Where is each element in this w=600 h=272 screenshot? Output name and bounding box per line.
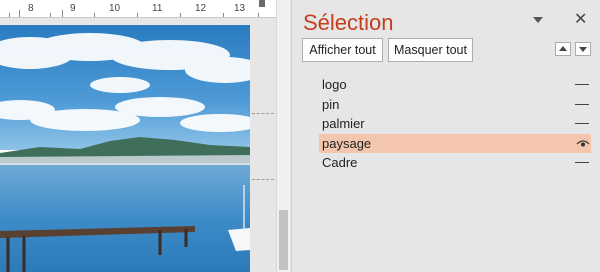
eye-icon[interactable] xyxy=(576,139,590,149)
layout-guide xyxy=(252,113,274,114)
scrollbar-thumb[interactable] xyxy=(279,210,288,270)
visibility-hidden-icon[interactable] xyxy=(575,123,589,124)
landscape-photo[interactable] xyxy=(0,25,250,272)
ruler-tick xyxy=(223,13,224,17)
ruler-tick xyxy=(94,13,95,17)
list-item-paysage[interactable]: paysage xyxy=(319,133,591,153)
layout-guide xyxy=(252,179,274,180)
ruler-indent-marker[interactable] xyxy=(259,0,265,7)
list-item-label: paysage xyxy=(322,135,372,151)
ruler-number: 9 xyxy=(70,3,76,14)
ruler-tick xyxy=(258,13,259,17)
list-item-label: Cadre xyxy=(322,155,358,170)
ruler-tick xyxy=(19,10,20,17)
list-item-label: pin xyxy=(322,96,340,112)
close-icon[interactable]: ✕ xyxy=(574,11,587,29)
ruler-tick xyxy=(9,13,10,17)
pane-title: Sélection xyxy=(303,10,394,35)
list-item-logo[interactable]: logo xyxy=(319,75,591,95)
move-up-button[interactable] xyxy=(555,42,571,56)
ruler-number: 10 xyxy=(109,3,121,14)
dropdown-arrow-icon[interactable] xyxy=(533,17,543,23)
ruler-number: 11 xyxy=(152,3,163,14)
visibility-hidden-icon[interactable] xyxy=(575,162,589,163)
slide-editor-area: 8 9 10 11 12 13 xyxy=(0,0,290,272)
ruler-number: 8 xyxy=(28,3,34,14)
ruler-tick xyxy=(180,13,181,17)
list-item-label: logo xyxy=(322,77,347,92)
list-item-cadre[interactable]: Cadre xyxy=(319,153,591,173)
move-down-button[interactable] xyxy=(575,42,591,56)
visibility-hidden-icon[interactable] xyxy=(575,84,589,85)
visibility-hidden-icon[interactable] xyxy=(575,103,589,105)
list-item-pin[interactable]: pin xyxy=(319,95,591,115)
horizontal-ruler[interactable]: 8 9 10 11 12 13 xyxy=(0,0,276,18)
sea xyxy=(0,165,250,272)
list-item-label: palmier xyxy=(322,116,365,131)
ruler-number: 13 xyxy=(234,3,246,14)
ruler-tick xyxy=(62,10,63,17)
slide-canvas[interactable] xyxy=(0,25,250,272)
list-item-palmier[interactable]: palmier xyxy=(319,114,591,134)
selection-list: logo pin palmier paysage Cadre xyxy=(319,75,591,173)
hide-all-button[interactable]: Masquer tout xyxy=(388,38,473,62)
ruler-tick xyxy=(50,13,51,17)
move-up-icon xyxy=(559,46,567,51)
vertical-scrollbar[interactable] xyxy=(276,0,290,272)
move-down-icon xyxy=(579,47,587,52)
selection-pane: Sélection ✕ Afficher tout Masquer tout l… xyxy=(291,0,600,272)
show-all-button[interactable]: Afficher tout xyxy=(302,38,383,62)
ruler-number: 12 xyxy=(195,3,207,14)
app-window: 8 9 10 11 12 13 Sélection ✕ Afficher tou… xyxy=(0,0,600,272)
ruler-tick xyxy=(137,13,138,17)
